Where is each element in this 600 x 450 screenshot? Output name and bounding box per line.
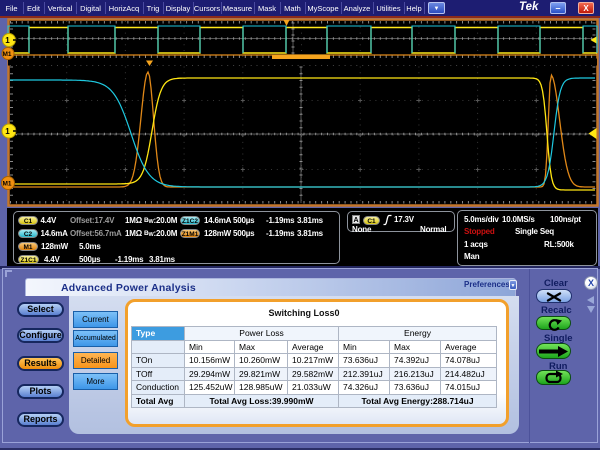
svg-text:1: 1 xyxy=(5,127,10,136)
svg-text:1: 1 xyxy=(5,36,10,45)
svg-text:M1: M1 xyxy=(2,51,11,58)
svg-text:M1: M1 xyxy=(2,181,11,188)
